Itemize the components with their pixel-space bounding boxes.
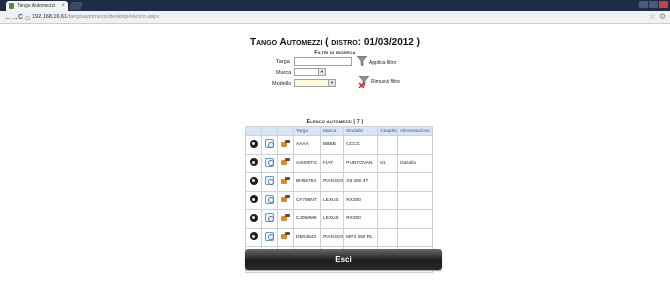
table-row: CJ068MK LEXUS RX300 — [245, 209, 433, 229]
col-ceapite[interactable]: Ceapite — [377, 126, 398, 136]
cell-targa: AAAA — [293, 135, 321, 155]
settings-wrench-icon[interactable]: ⚙ — [659, 12, 666, 21]
tab-title: Tango Automezzi — [17, 3, 56, 9]
bookmark-star-icon[interactable]: ☆ — [649, 12, 656, 21]
url-field[interactable]: 192.168.16.61/tangoautomezzi/desktop/ele… — [32, 13, 159, 22]
cell-marca: LEXUS — [319, 190, 345, 210]
history-icon[interactable] — [265, 231, 274, 241]
select-row-icon[interactable] — [249, 213, 258, 222]
cell-marca: LEXUS — [319, 209, 345, 229]
remove-filter-link[interactable]: Rimuovi filtro — [371, 79, 400, 85]
minimize-button[interactable] — [639, 1, 648, 8]
chevron-down-icon: ▼ — [328, 80, 335, 86]
history-icon[interactable] — [265, 194, 274, 204]
col-targa[interactable]: Targa — [293, 126, 321, 136]
favicon-icon — [9, 3, 14, 9]
page-title: Tango Automezzi ( distro: 01/03/2012 ) — [250, 37, 420, 48]
select-row-icon[interactable] — [249, 139, 258, 148]
cell-alimentazione — [396, 227, 433, 247]
table-row: AX000TG FIAT PUNTOVAN 01 Gasolio — [245, 153, 433, 173]
maximize-button[interactable] — [649, 1, 658, 8]
targa-input[interactable] — [294, 57, 352, 66]
cell-ceapite — [377, 209, 398, 229]
cell-alimentazione — [396, 172, 433, 192]
cell-targa: CF798NT — [293, 190, 321, 210]
url-host: 192.168.16.61 — [32, 14, 68, 20]
fuel-icon[interactable] — [281, 139, 290, 148]
cell-targa: AX000TG — [293, 153, 321, 173]
col-modello[interactable]: Modello — [343, 126, 379, 136]
table-header-row: Targa Marca Modello Ceapite Alimentazion… — [245, 126, 433, 136]
filters-heading: Filtri di ricerca — [314, 50, 356, 56]
cell-marca: BBBB — [319, 135, 345, 155]
close-window-button[interactable] — [659, 1, 668, 8]
cell-marca: PIAGGIO — [319, 227, 345, 247]
exit-button[interactable]: Esci — [245, 249, 442, 270]
home-icon[interactable]: ⌂ — [25, 12, 30, 23]
browser-tab[interactable]: Tango Automezzi × — [6, 1, 68, 11]
cell-ceapite: 01 — [377, 153, 398, 173]
col-marca[interactable]: Marca — [319, 126, 345, 136]
cell-targa: CJ068MK — [293, 209, 321, 229]
cell-targa: DB04543 — [293, 227, 321, 247]
cell-modello: RX300 — [343, 209, 379, 229]
history-icon[interactable] — [265, 157, 274, 167]
targa-label: Targa — [276, 59, 290, 65]
list-heading: Elenco automezzi ( 7 ) — [306, 119, 364, 125]
select-row-icon[interactable] — [249, 232, 258, 241]
apply-filter-link[interactable]: Applica filtro — [369, 60, 396, 66]
modello-select[interactable]: ▼ — [294, 79, 336, 87]
cell-alimentazione — [396, 135, 433, 155]
cell-modello: X9 250 4T — [343, 172, 379, 192]
cell-modello: MP3 250 RL — [343, 227, 379, 247]
col-alimentazione[interactable]: Alimentazione — [396, 126, 433, 136]
url-path: /tangoautomezzi/desktop/elenco.aspx — [67, 14, 160, 20]
table-row: BH66764 PIAGGIO X9 250 4T — [245, 172, 433, 192]
cell-ceapite — [377, 227, 398, 247]
fuel-icon[interactable] — [281, 213, 290, 222]
browser-titlebar: Tango Automezzi × — [0, 0, 670, 11]
cell-targa: BH66764 — [293, 172, 321, 192]
history-icon[interactable] — [265, 176, 274, 186]
address-toolbar: ← → C ⌂ 192.168.16.61/tangoautomezzi/des… — [0, 11, 670, 24]
cell-marca: FIAT — [319, 153, 345, 173]
cell-modello: CCCC — [343, 135, 379, 155]
cell-modello: RX300 — [343, 190, 379, 210]
marca-select[interactable]: ▼ — [294, 68, 326, 76]
new-tab-button[interactable] — [68, 2, 84, 10]
select-row-icon[interactable] — [249, 158, 258, 167]
cell-alimentazione: Gasolio — [396, 153, 433, 173]
cell-alimentazione — [396, 190, 433, 210]
cell-ceapite — [377, 190, 398, 210]
table-row: CF798NT LEXUS RX300 — [245, 190, 433, 210]
reload-icon[interactable]: C — [18, 12, 23, 23]
cell-ceapite — [377, 135, 398, 155]
funnel-icon[interactable] — [357, 56, 367, 66]
chevron-down-icon: ▼ — [318, 69, 325, 75]
table-row: DB04543 PIAGGIO MP3 250 RL — [245, 227, 433, 247]
fuel-icon[interactable] — [281, 158, 290, 166]
window-controls — [639, 1, 668, 9]
fuel-icon[interactable] — [281, 195, 290, 203]
cell-modello: PUNTOVAN — [343, 153, 379, 173]
fuel-icon[interactable] — [281, 232, 290, 240]
remove-filter-icon[interactable] — [358, 76, 370, 88]
cell-ceapite — [377, 172, 398, 192]
cell-alimentazione — [396, 209, 433, 229]
history-icon[interactable] — [265, 139, 274, 149]
select-row-icon[interactable] — [249, 195, 258, 204]
close-tab-icon[interactable]: × — [61, 1, 65, 11]
table-row: AAAA BBBB CCCC — [245, 135, 433, 155]
modello-label: Modello — [272, 81, 292, 87]
history-icon[interactable] — [265, 213, 274, 223]
marca-label: Marca — [276, 70, 292, 76]
cell-marca: PIAGGIO — [319, 172, 345, 192]
fuel-icon[interactable] — [281, 176, 290, 185]
select-row-icon[interactable] — [249, 176, 258, 185]
